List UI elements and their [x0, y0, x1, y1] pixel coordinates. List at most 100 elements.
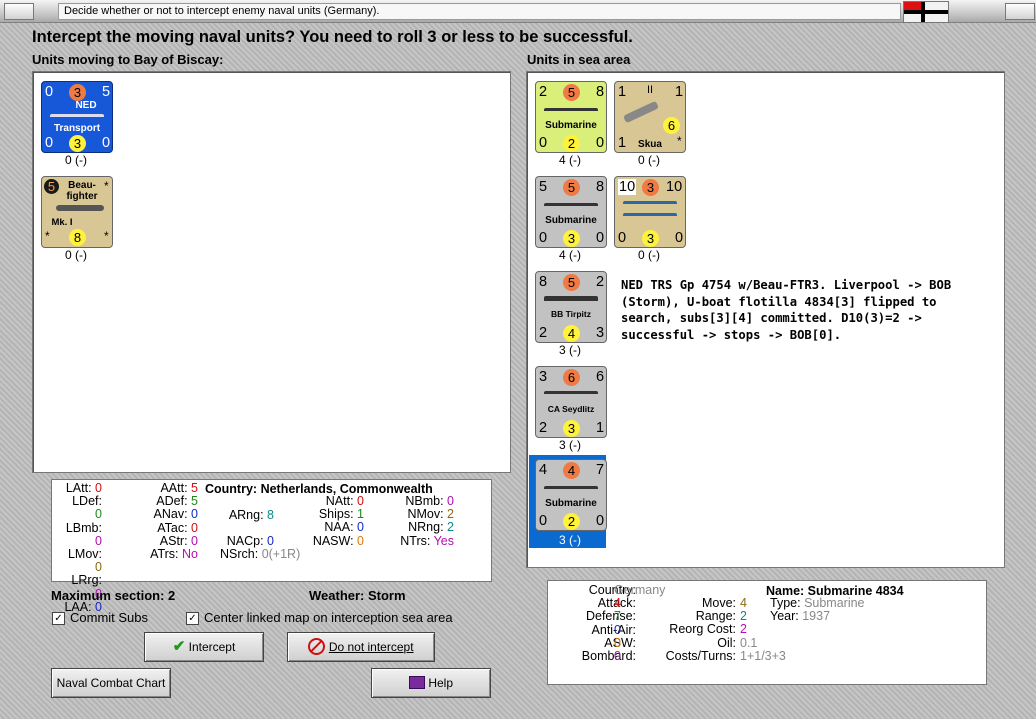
counter-value: 3 [563, 420, 580, 437]
title-bar: Decide whether or not to intercept enemy… [0, 0, 1036, 23]
system-menu-button[interactable] [4, 3, 34, 20]
counter-value: 8 [596, 84, 605, 100]
unit-counter-ca-seydlitz[interactable]: 3 6 6 CA Seydlitz 2 3 1 [535, 366, 607, 438]
intercept-button[interactable]: ✔ Intercept [144, 632, 264, 662]
counter-value: 2 [539, 84, 548, 100]
sea-area-units-label: Units in sea area [527, 52, 631, 67]
counter-value: 0 [539, 135, 548, 151]
naval-combat-chart-button[interactable]: Naval Combat Chart [51, 668, 171, 698]
counter-value: 3 [69, 84, 86, 101]
counter-value: 2 [563, 135, 580, 152]
center-map-checkbox[interactable]: ✓ [186, 612, 199, 625]
counter-value: 6 [596, 369, 605, 385]
unit-counter-submarine[interactable]: 2 5 8 Submarine 0 2 0 [535, 81, 607, 153]
counter-value: 1 [596, 420, 605, 436]
counter-value: 0 [539, 230, 548, 246]
counter-value: 3 [642, 179, 659, 196]
commit-subs-checkbox[interactable]: ✓ [52, 612, 65, 625]
counter-value: 0 [102, 135, 111, 151]
unit-caption: 3 (-) [559, 343, 581, 357]
unit-caption: 4 (-) [559, 153, 581, 167]
submarine-icon [544, 203, 598, 212]
unit-caption: 3 (-) [559, 438, 581, 452]
aircraft-icon [56, 205, 104, 211]
unit-counter-convoy[interactable]: 10 3 10 0 3 0 [614, 176, 686, 248]
counter-value: 0 [539, 513, 548, 529]
unit-caption: 0 (-) [638, 153, 660, 167]
unit-counter-transport[interactable]: 0 3 5 NED Transport 0 3 0 [41, 81, 113, 153]
counter-value: 6 [663, 117, 680, 134]
counter-value: 0 [675, 230, 684, 246]
nationality-label: NED [75, 100, 97, 111]
counter-value: 3 [563, 230, 580, 247]
counter-value: 10 [666, 179, 683, 195]
do-not-intercept-button-label: Do not intercept [328, 640, 414, 654]
counter-value: 10 [618, 179, 637, 195]
unit-caption: 0 (-) [638, 248, 660, 262]
counter-value: 8 [596, 179, 605, 195]
unit-counter-skua[interactable]: 1 II 1 6 1 Skua * [614, 81, 686, 153]
unit-caption: 0 (-) [65, 153, 87, 167]
unit-variant: Mk. I [51, 217, 73, 228]
dialog-heading: Intercept the moving naval units? You ne… [32, 28, 633, 46]
counter-value: 2 [539, 325, 548, 341]
unit-move-stats: Move: Range: Reorg Cost: Oil: Costs/Turn… [665, 596, 736, 663]
unit-counter-bb-tirpitz[interactable]: 8 5 2 BB Tirpitz 2 4 3 [535, 271, 607, 343]
do-not-intercept-button[interactable]: Do not intercept [287, 632, 435, 662]
counter-value: 7 [596, 462, 605, 478]
counter-value: 0 [596, 513, 605, 529]
air-stats-column: AAtt: 5 ADef: 5 ANav: 0 ATac: 0 AStr: 0 … [150, 481, 198, 562]
counter-value: 3 [642, 230, 659, 247]
counter-value: 5 [563, 274, 580, 291]
dialog-window: Decide whether or not to intercept enemy… [0, 0, 1036, 719]
unit-name: CA Seydlitz [547, 404, 595, 414]
unit-counter-beaufighter[interactable]: 5 Beau- fighter * Mk. I * 8 * [41, 176, 113, 248]
counter-value: 3 [596, 325, 605, 341]
counter-value: 5 [539, 179, 548, 195]
commit-subs-label: Commit Subs [70, 610, 149, 625]
counter-value: 0 [45, 84, 54, 100]
help-button[interactable]: Help [371, 668, 491, 698]
counter-value: 3 [539, 369, 548, 385]
max-section-label: Maximum section: 2 [51, 588, 176, 603]
counter-value: 0 [596, 230, 605, 246]
counter-value: * [677, 134, 682, 148]
counter-value: 5 [563, 179, 580, 196]
counter-value: * [45, 229, 50, 243]
center-map-label: Center linked map on interception sea ar… [204, 610, 453, 625]
battleship-icon [544, 296, 598, 308]
help-button-label: Help [428, 676, 454, 690]
unit-name: Submarine [545, 215, 597, 226]
country-row: Country: Netherlands, Commonwealth [205, 482, 433, 496]
counter-value: 1 [618, 84, 627, 100]
weather-label: Weather: Storm [309, 588, 406, 603]
unit-type-year: Type: Submarine Year: 1937 [770, 596, 865, 624]
unit-counter-submarine-selected[interactable]: 4 4 7 Submarine 0 2 0 [535, 459, 607, 531]
unit-caption: 3 (-) [559, 533, 581, 547]
check-icon: ✔ [172, 638, 186, 655]
intercept-log-message: NED TRS Gp 4754 w/Beau-FTR3. Liverpool -… [621, 278, 952, 342]
naval-combat-chart-button-label: Naval Combat Chart [56, 676, 166, 690]
counter-value: 5 [563, 84, 580, 101]
counter-value: II [647, 84, 654, 96]
unit-caption: 4 (-) [559, 248, 581, 262]
unit-name: fighter [66, 191, 98, 202]
counter-value: 3 [69, 135, 86, 152]
counter-value: 4 [563, 325, 580, 342]
unit-caption: 0 (-) [65, 248, 87, 262]
intercept-button-label: Intercept [188, 640, 236, 654]
counter-value: 0 [45, 135, 54, 151]
counter-value: 0 [618, 230, 627, 246]
counter-value: 2 [563, 513, 580, 530]
arng-stat: ARng: 8 [228, 508, 274, 522]
counter-value: 0 [596, 135, 605, 151]
unit-counter-submarine[interactable]: 5 5 8 Submarine 0 3 0 [535, 176, 607, 248]
unit-name: BB Tirpitz [551, 309, 591, 319]
window-close-button[interactable] [1005, 3, 1035, 20]
counter-value: 2 [539, 420, 548, 436]
nacp-stat: NACp: 0 [226, 534, 274, 548]
counter-value: 4 [539, 462, 548, 478]
nsrch-stat: NSrch: 0(+1R) [220, 547, 301, 561]
unit-name: Transport [53, 123, 101, 134]
unit-name: Beau- [68, 180, 96, 191]
